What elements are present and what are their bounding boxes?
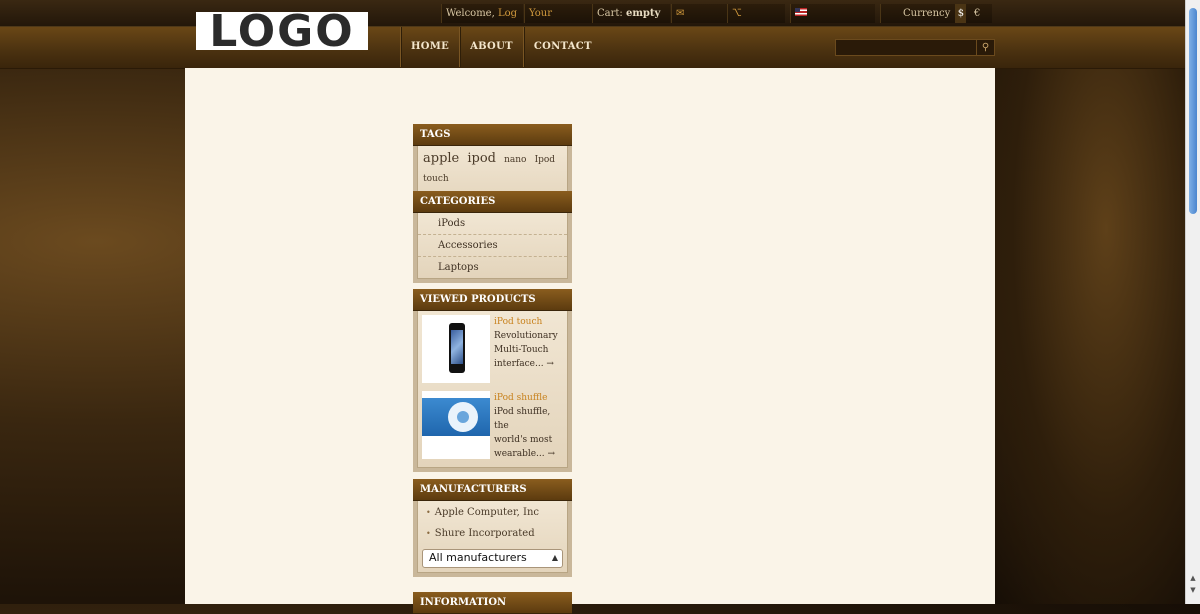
scroll-down-icon[interactable]: ▼ — [1186, 586, 1200, 596]
categories-block: CATEGORIES iPods Accessories Laptops — [413, 191, 572, 283]
welcome-text: Welcome, — [446, 8, 495, 19]
main-nav: HOME ABOUT CONTACT — [400, 27, 602, 67]
category-accessories[interactable]: Accessories — [418, 235, 567, 257]
tag-nano[interactable]: nano — [504, 155, 526, 165]
viewed-products-block: VIEWED PRODUCTS iPod touch Revolutionary… — [413, 289, 572, 472]
ipod-touch-image[interactable] — [422, 315, 490, 383]
tag-ipod[interactable]: ipod — [467, 151, 496, 166]
cart-label: Cart: — [597, 8, 623, 19]
information-block: INFORMATION — [413, 592, 572, 614]
scroll-up-icon[interactable]: ▲ — [1186, 574, 1200, 584]
product-title-ipod-shuffle[interactable]: iPod shuffle — [494, 391, 563, 405]
sitemap-icon: ⌥ — [732, 8, 742, 19]
sitemap-area[interactable]: ⌥ sitemap — [727, 4, 785, 38]
product-item: iPod touch Revolutionary Multi-Touch int… — [418, 311, 567, 383]
viewed-products-list: iPod touch Revolutionary Multi-Touch int… — [417, 311, 568, 468]
envelope-icon: ✉ — [676, 8, 685, 19]
manufacturers-block: MANUFACTURERS • Apple Computer, Inc • Shur… — [413, 479, 572, 577]
account-link-box[interactable]: Your Account — [524, 4, 592, 38]
ipod-shuffle-image[interactable] — [422, 391, 490, 459]
product-desc-line: Multi-Touch — [494, 345, 549, 355]
us-flag-icon — [795, 8, 807, 16]
product-desc-line: Revolutionary — [494, 331, 558, 341]
viewed-products-title: VIEWED PRODUCTS — [413, 289, 572, 311]
cart-area[interactable]: Cart: empty — [592, 4, 670, 36]
manufacturers-title: MANUFACTURERS — [413, 479, 572, 501]
tag-apple[interactable]: apple — [423, 151, 459, 166]
product-desc-line: iPod shuffle, the — [494, 407, 551, 431]
manufacturer-shure[interactable]: • Shure Incorporated — [418, 522, 567, 543]
manufacturer-label[interactable]: Shure Incorporated — [435, 528, 535, 539]
manufacturer-select-value: All manufacturers — [429, 551, 527, 564]
category-laptops[interactable]: Laptops — [418, 257, 567, 278]
product-item: iPod shuffle iPod shuffle, the world's m… — [418, 383, 567, 461]
manufacturer-label[interactable]: Apple Computer, Inc — [435, 507, 539, 518]
product-info: iPod shuffle iPod shuffle, the world's m… — [490, 391, 563, 461]
search-input[interactable] — [835, 39, 977, 56]
language-selector[interactable] — [790, 4, 875, 23]
nav-about[interactable]: ABOUT — [459, 27, 523, 67]
product-desc-line[interactable]: interface... → — [494, 357, 558, 371]
nav-contact[interactable]: CONTACT — [522, 27, 602, 67]
category-ipods[interactable]: iPods — [418, 213, 567, 235]
currency-area: Currency $ € £ — [880, 4, 992, 38]
product-title-ipod-touch[interactable]: iPod touch — [494, 315, 558, 329]
scrollbar-thumb[interactable] — [1189, 8, 1197, 214]
contact-area[interactable]: ✉ contact — [671, 4, 727, 38]
tags-title: TAGS — [413, 124, 572, 146]
manufacturer-list: • Apple Computer, Inc • Shure Incorporated… — [417, 501, 568, 573]
currency-dollar[interactable]: $ — [955, 4, 967, 23]
bullet-icon: • — [426, 529, 431, 538]
manufacturer-apple[interactable]: • Apple Computer, Inc — [418, 501, 567, 522]
nav-home[interactable]: HOME — [400, 27, 459, 67]
site-logo[interactable]: LOGO — [196, 10, 368, 54]
product-desc-line[interactable]: wearable... → — [494, 447, 563, 461]
product-desc-line: world's most — [494, 435, 553, 445]
manufacturer-select[interactable]: All manufacturers ▲ — [422, 549, 563, 568]
information-title: INFORMATION — [413, 592, 572, 614]
currency-euro[interactable]: € — [972, 4, 983, 23]
background-glow — [986, 68, 1186, 604]
category-list: iPods Accessories Laptops — [417, 213, 568, 279]
page-scrollbar[interactable]: ▲ ▼ — [1185, 0, 1200, 604]
bullet-icon: • — [426, 508, 431, 517]
product-info: iPod touch Revolutionary Multi-Touch int… — [490, 315, 558, 383]
main-content — [185, 68, 995, 604]
welcome-area: Welcome, Log in — [441, 4, 523, 38]
select-arrows-icon: ▲ — [551, 553, 558, 562]
top-bar: Welcome, Log in Your Account Cart: empty… — [0, 0, 1186, 38]
currency-label: Currency — [903, 8, 951, 19]
categories-title: CATEGORIES — [413, 191, 572, 213]
search-icon[interactable]: ⚲ — [977, 39, 995, 56]
cart-value: empty — [625, 8, 661, 19]
